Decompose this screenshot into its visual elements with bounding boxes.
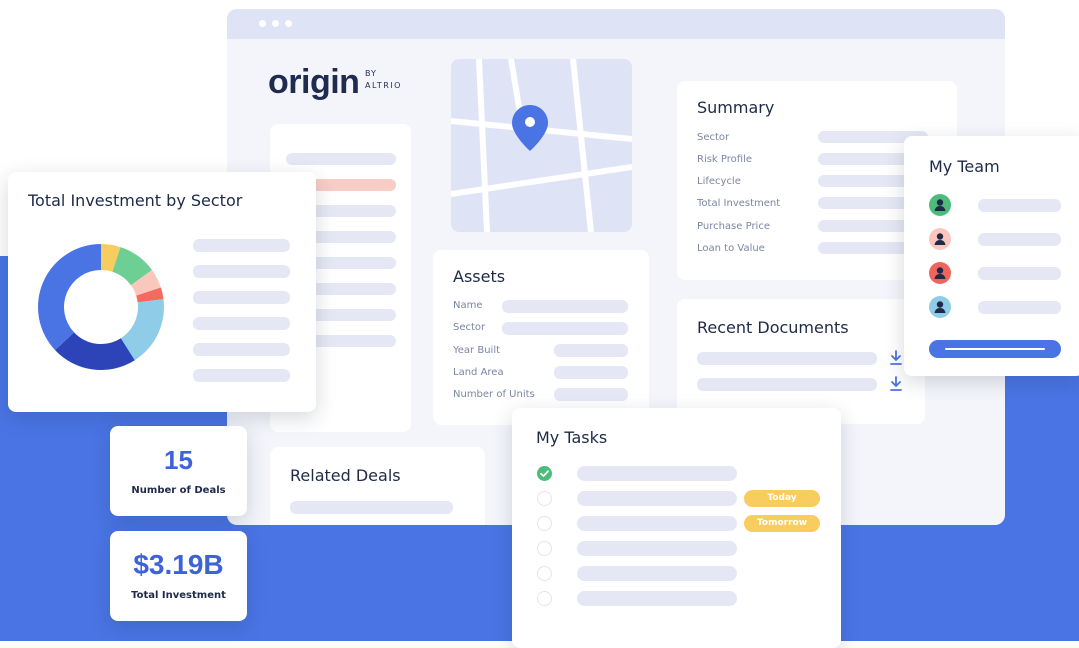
task-due-badge-tomorrow: Tomorrow <box>744 515 820 532</box>
team-member-name <box>978 233 1061 246</box>
assets-value <box>502 300 628 313</box>
user-icon <box>934 199 946 211</box>
related-deal-item[interactable] <box>290 501 453 514</box>
task-item[interactable] <box>577 591 737 606</box>
investment-label: Total Investment <box>131 590 226 601</box>
window-dot-close[interactable] <box>259 20 266 27</box>
donut-chart <box>37 244 165 370</box>
task-item[interactable] <box>577 516 737 531</box>
investment-stat-card: $3.19B Total Investment <box>110 531 247 621</box>
user-icon <box>934 301 946 313</box>
task-checkbox[interactable] <box>537 591 552 606</box>
task-checkbox[interactable] <box>537 516 552 531</box>
task-item[interactable] <box>577 466 737 481</box>
team-member-avatar[interactable] <box>929 228 951 250</box>
my-tasks-card: My Tasks Today Tomorrow <box>512 408 841 648</box>
task-checkbox[interactable] <box>537 566 552 581</box>
assets-title: Assets <box>453 267 506 286</box>
related-deals-title: Related Deals <box>290 466 401 485</box>
legend-item <box>193 239 290 252</box>
team-member-avatar[interactable] <box>929 194 951 216</box>
assets-label-land-area: Land Area <box>453 367 504 378</box>
team-member-avatar[interactable] <box>929 262 951 284</box>
user-icon <box>934 267 946 279</box>
download-icon[interactable] <box>889 376 903 392</box>
assets-value <box>554 366 628 379</box>
summary-label-sector: Sector <box>697 132 730 143</box>
document-item[interactable] <box>697 352 877 365</box>
chart-title: Total Investment by Sector <box>28 191 243 210</box>
my-team-title: My Team <box>929 157 1000 176</box>
user-icon <box>934 233 946 245</box>
summary-label-purchase-price: Purchase Price <box>697 221 770 232</box>
brand-by: BY <box>365 69 377 78</box>
legend-item <box>193 343 290 356</box>
investment-total: $3.19B <box>133 549 224 580</box>
task-item[interactable] <box>577 541 737 556</box>
task-item[interactable] <box>577 491 737 506</box>
assets-value <box>502 322 628 335</box>
deals-label: Number of Deals <box>131 485 226 496</box>
legend-item <box>193 317 290 330</box>
button-label-placeholder <box>945 348 1045 350</box>
summary-label-loan-to-value: Loan to Value <box>697 243 765 254</box>
deals-count: 15 <box>164 445 193 475</box>
task-checkbox-checked[interactable] <box>537 466 552 481</box>
assets-label-number-of-units: Number of Units <box>453 389 535 400</box>
brand-logo: origin <box>268 63 360 101</box>
recent-documents-title: Recent Documents <box>697 318 849 337</box>
task-checkbox[interactable] <box>537 541 552 556</box>
donut-slice-6 <box>37 244 101 351</box>
nav-item[interactable] <box>286 153 396 165</box>
summary-label-risk-profile: Risk Profile <box>697 154 752 165</box>
document-item[interactable] <box>697 378 877 391</box>
my-tasks-title: My Tasks <box>536 428 608 447</box>
download-icon[interactable] <box>889 350 903 366</box>
assets-label-year-built: Year Built <box>453 345 501 356</box>
summary-title: Summary <box>697 98 775 117</box>
recent-documents-card: Recent Documents <box>677 299 925 424</box>
assets-value <box>554 344 628 357</box>
summary-label-lifecycle: Lifecycle <box>697 176 741 187</box>
team-member-name <box>978 301 1061 314</box>
my-team-card: My Team <box>904 136 1079 376</box>
legend-item <box>193 369 290 382</box>
window-titlebar <box>227 9 1005 39</box>
deals-stat-card: 15 Number of Deals <box>110 426 247 516</box>
check-icon <box>540 470 549 477</box>
team-member-name <box>978 267 1061 280</box>
related-deals-card: Related Deals <box>270 447 485 525</box>
window-dot-maximize[interactable] <box>285 20 292 27</box>
legend-item <box>193 265 290 278</box>
assets-card: Assets Name Sector Year Built Land Area … <box>433 250 649 425</box>
assets-label-name: Name <box>453 300 483 311</box>
assets-label-sector: Sector <box>453 322 486 333</box>
task-due-badge-today: Today <box>744 490 820 507</box>
summary-label-total-investment: Total Investment <box>697 198 781 209</box>
legend-item <box>193 291 290 304</box>
location-map[interactable] <box>451 59 632 232</box>
brand-company: ALTRIO <box>365 81 402 90</box>
sector-chart-card: Total Investment by Sector <box>8 172 316 412</box>
task-item[interactable] <box>577 566 737 581</box>
team-member-avatar[interactable] <box>929 296 951 318</box>
task-checkbox[interactable] <box>537 491 552 506</box>
team-action-button[interactable] <box>929 340 1061 358</box>
assets-value <box>554 388 628 401</box>
team-member-name <box>978 199 1061 212</box>
window-dot-minimize[interactable] <box>272 20 279 27</box>
map-pin-icon[interactable] <box>512 105 548 151</box>
